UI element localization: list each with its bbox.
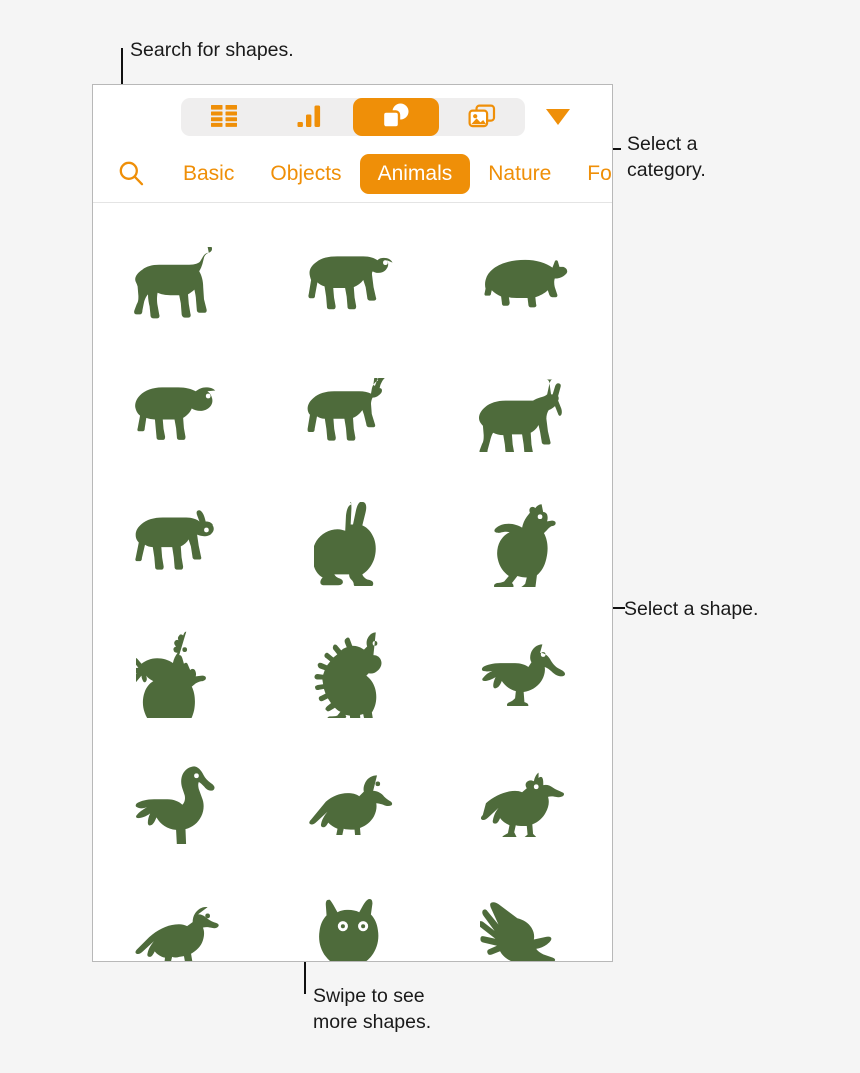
shape-cell-cow[interactable] <box>266 219 439 349</box>
rooster-shape <box>135 631 206 718</box>
search-button[interactable] <box>107 152 155 196</box>
shape-cell-flying-bird[interactable] <box>439 869 612 961</box>
callout-shape-leader <box>613 607 625 609</box>
callout-shape-label: Select a shape. <box>624 598 759 620</box>
duck-shape <box>481 644 565 706</box>
table-icon <box>210 104 237 130</box>
category-tabbar: Basic Objects Animals Nature Food <box>93 145 612 203</box>
sparrow-shape <box>134 907 219 961</box>
media-tab-button[interactable] <box>439 98 525 136</box>
shape-cell-sparrow[interactable] <box>93 869 266 961</box>
flying-bird-shape <box>479 902 555 961</box>
shape-tab-button[interactable] <box>352 98 439 136</box>
pig-shape <box>483 259 567 308</box>
shape-grid-scroll-area[interactable] <box>93 203 612 961</box>
shape-grid <box>93 203 612 961</box>
search-icon <box>118 160 144 189</box>
bull-shape <box>134 510 214 570</box>
chevron-down-triangle-icon[interactable] <box>546 109 570 125</box>
cow-shape <box>307 256 393 310</box>
category-tab-basic[interactable]: Basic <box>165 154 252 194</box>
shape-cell-hen[interactable] <box>439 479 612 609</box>
jay-shape <box>480 772 564 837</box>
category-tab-food[interactable]: Food <box>569 154 612 194</box>
shape-cell-turkey[interactable] <box>266 609 439 739</box>
shape-cell-duck[interactable] <box>439 609 612 739</box>
shapes-icon <box>381 103 411 132</box>
chart-tab-button[interactable] <box>267 98 353 136</box>
donkey-shape <box>478 379 562 452</box>
callout-swipe-label: Swipe to see more shapes. <box>313 985 432 1033</box>
callout-search-label: Search for shapes. <box>130 39 294 61</box>
category-tab-objects[interactable]: Objects <box>252 154 359 194</box>
shape-cell-bull[interactable] <box>93 479 266 609</box>
shape-cell-jay[interactable] <box>439 739 612 869</box>
crow-shape <box>308 775 392 835</box>
insert-toolbar <box>93 85 612 145</box>
shape-cell-pig[interactable] <box>439 219 612 349</box>
table-tab-button[interactable] <box>181 98 267 136</box>
shape-cell-sheep[interactable] <box>93 349 266 479</box>
shape-picker-panel: Basic Objects Animals Nature Food <box>92 84 613 962</box>
rabbit-shape <box>313 502 376 586</box>
owl-shape <box>318 899 378 961</box>
turkey-shape <box>314 632 381 718</box>
horse-shape <box>133 247 212 319</box>
category-tab-nature[interactable]: Nature <box>470 154 569 194</box>
hen-shape <box>493 504 556 587</box>
callout-category-label: Select a category. <box>627 133 706 181</box>
goat-shape <box>307 378 385 441</box>
shape-cell-donkey[interactable] <box>439 349 612 479</box>
shape-cell-owl[interactable] <box>266 869 439 961</box>
sheep-shape <box>134 387 215 440</box>
goose-shape <box>135 766 215 844</box>
shape-cell-crow[interactable] <box>266 739 439 869</box>
shape-cell-rabbit[interactable] <box>266 479 439 609</box>
insert-segmented-control[interactable] <box>180 98 525 136</box>
shape-cell-goose[interactable] <box>93 739 266 869</box>
shape-cell-goat[interactable] <box>266 349 439 479</box>
chart-icon <box>297 105 323 130</box>
media-icon <box>468 104 496 131</box>
shape-cell-horse[interactable] <box>93 219 266 349</box>
category-tab-animals[interactable]: Animals <box>359 154 471 194</box>
shape-cell-rooster[interactable] <box>93 609 266 739</box>
